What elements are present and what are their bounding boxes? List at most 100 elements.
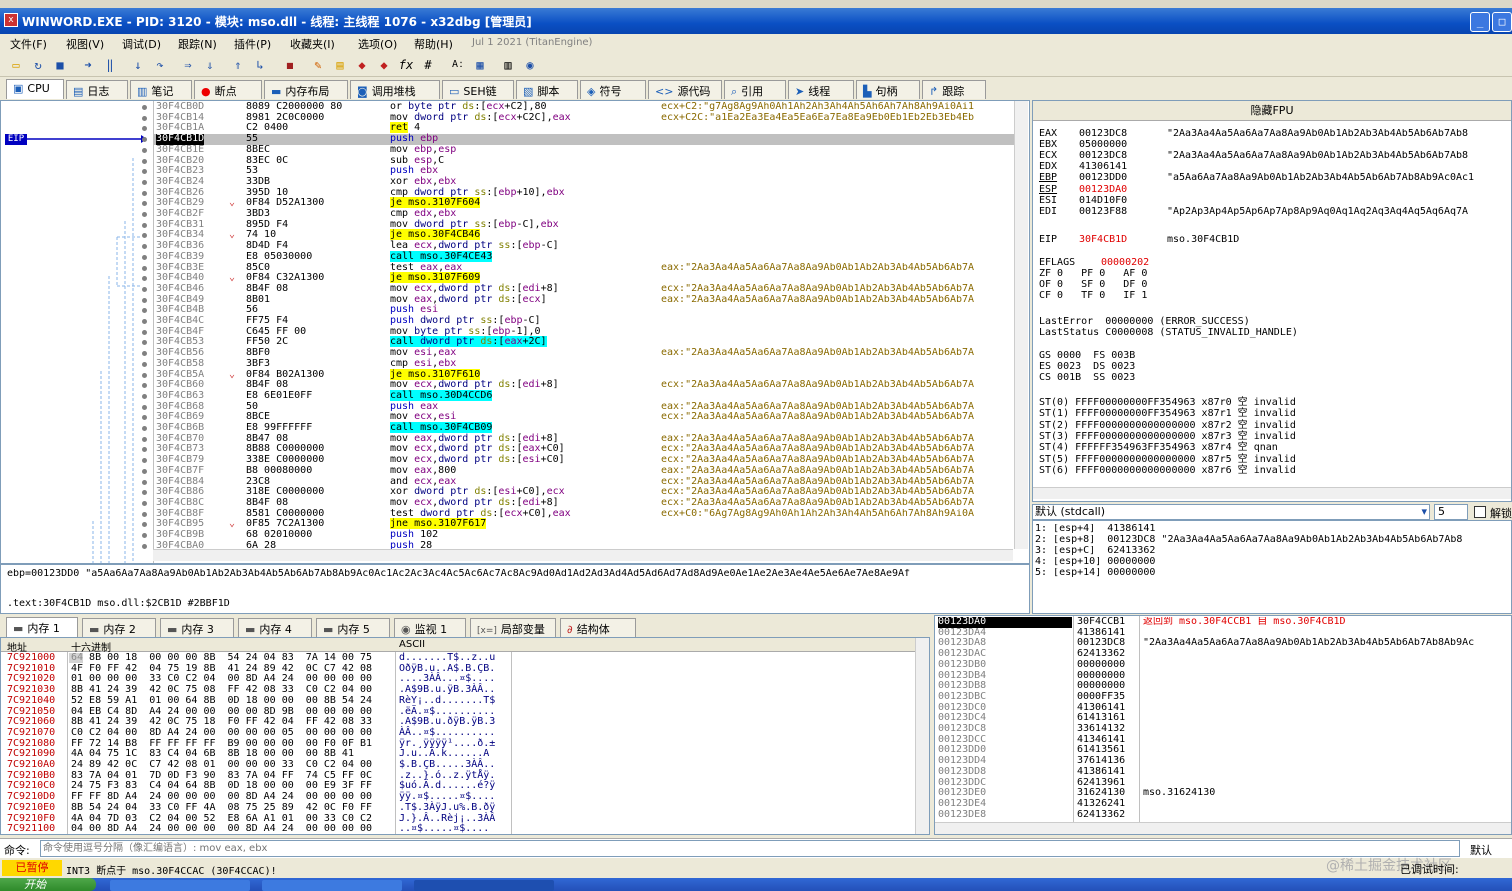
step-over-icon[interactable]: ↷	[152, 57, 168, 73]
arguments-panel[interactable]: 1: [esp+4] 41386141 2: [esp+8] 00123DC8 "…	[1032, 520, 1512, 614]
breakpoint-dot[interactable]	[142, 179, 147, 185]
dump-hex[interactable]: C0 C2 04 00 8D A4 24 00 00 00 00 05 00 0…	[71, 727, 372, 739]
disassembly-panel[interactable]: EIP 30F4CB0D 8089 C2000000 80 or byte ptr …	[0, 100, 1030, 564]
menu-options[interactable]: 选项(O)	[358, 36, 397, 52]
dump-hex[interactable]: 8B 54 24 04 33 C0 FF 4A 08 75 25 89 42 0…	[71, 802, 372, 814]
close-icon[interactable]: ■	[52, 57, 68, 73]
calculator-icon[interactable]: ▦	[472, 57, 488, 73]
breakpoint-dot[interactable]	[142, 201, 147, 207]
tab-source[interactable]: <> 源代码	[648, 80, 722, 99]
register-value[interactable]: 014D10F0	[1079, 195, 1127, 207]
comments-icon[interactable]: ▤	[332, 57, 348, 73]
breakpoint-dot[interactable]	[142, 543, 147, 549]
stack-value[interactable]: 41386141	[1077, 766, 1125, 778]
labels-icon[interactable]: ◆	[354, 57, 370, 73]
strings-icon[interactable]: Aː	[450, 57, 466, 73]
breakpoint-dot[interactable]	[142, 105, 147, 110]
maximize-button[interactable]: □	[1492, 12, 1512, 32]
register-value[interactable]: 00123DA0	[1079, 184, 1127, 196]
breakpoint-dot[interactable]	[142, 500, 147, 506]
pause-icon[interactable]: ‖	[102, 57, 118, 73]
breakpoint-dot[interactable]	[142, 212, 147, 217]
register-value[interactable]: 00123DC8	[1079, 128, 1127, 140]
execute-till-return-icon[interactable]: ⇑	[230, 57, 246, 73]
register-value[interactable]: 00123DD0	[1079, 173, 1127, 184]
argument-row[interactable]: 3: [esp+C] 62413362	[1035, 546, 1509, 557]
breakpoint-dot[interactable]	[142, 297, 147, 303]
step-into-icon[interactable]: ↓	[130, 57, 146, 73]
breakpoint-dot[interactable]	[142, 383, 147, 389]
flags-row[interactable]: CF 0 TF 0 IF 1	[1039, 290, 1147, 302]
register-value[interactable]: 00123DC8	[1079, 150, 1127, 162]
command-mode[interactable]: 默认	[1470, 842, 1492, 858]
taskbar-item-3[interactable]	[414, 880, 554, 891]
argument-count-stepper[interactable]: 5	[1434, 504, 1468, 520]
breakpoint-dot[interactable]	[142, 351, 147, 357]
breakpoint-dot[interactable]	[142, 372, 147, 378]
stack-value[interactable]: 0000FF35	[1077, 691, 1125, 703]
tab-symbols[interactable]: ◈ 符号	[580, 80, 646, 99]
variables-icon[interactable]: #	[420, 57, 436, 73]
argument-row[interactable]: 5: [esp+14] 00000000	[1035, 568, 1509, 579]
functions-icon[interactable]: fx	[398, 57, 414, 73]
tab-script[interactable]: ▧ 脚本	[516, 80, 578, 99]
menu-debug[interactable]: 调试(D)	[122, 36, 161, 52]
argument-row[interactable]: 2: [esp+8] 00123DC8 "2Aa3Aa4Aa5Aa6Aa7Aa8…	[1035, 535, 1509, 546]
breakpoint-dot[interactable]	[142, 533, 147, 538]
tab-log[interactable]: ▤ 日志	[66, 80, 128, 99]
bookmarks-icon[interactable]: ◆	[376, 57, 392, 73]
breakpoint-dot[interactable]	[142, 426, 147, 431]
breakpoint-dot[interactable]	[142, 393, 147, 399]
start-button[interactable]: 开始	[0, 878, 96, 891]
breakpoint-dot[interactable]	[142, 468, 147, 474]
tab-struct[interactable]: ∂ 结构体	[560, 618, 636, 637]
menu-view[interactable]: 视图(V)	[66, 36, 104, 52]
breakpoint-dot[interactable]	[142, 490, 147, 496]
breakpoint-dot[interactable]	[142, 340, 147, 346]
registers-hscroll[interactable]	[1033, 487, 1511, 499]
taskbar-item-2[interactable]	[262, 880, 402, 891]
open-icon[interactable]: ▭	[8, 57, 24, 73]
breakpoint-dot[interactable]	[142, 115, 147, 121]
breakpoint-dot[interactable]	[142, 158, 147, 164]
minimize-button[interactable]: _	[1470, 12, 1490, 32]
breakpoint-dot[interactable]	[142, 458, 147, 464]
tab-memory-map[interactable]: ▬ 内存布局	[264, 80, 348, 99]
tab-notes[interactable]: ▥ 笔记	[130, 80, 192, 99]
register-value[interactable]: 41306141	[1079, 162, 1127, 173]
breakpoint-dot[interactable]	[142, 415, 147, 421]
menu-favourites[interactable]: 收藏夹(I)	[290, 36, 335, 52]
breakpoint-dot[interactable]	[142, 254, 147, 260]
breakpoint-dot[interactable]	[142, 329, 147, 335]
scylla-icon[interactable]: ◼	[282, 57, 298, 73]
breakpoint-dot[interactable]	[142, 361, 147, 367]
stack-value[interactable]: 41326241	[1077, 798, 1125, 810]
run-icon[interactable]: ➜	[80, 57, 96, 73]
dump-vscroll[interactable]	[915, 638, 929, 834]
argument-row[interactable]: 1: [esp+4] 41386141	[1035, 524, 1509, 535]
command-input[interactable]	[40, 840, 1460, 857]
patch-icon[interactable]: ✎	[310, 57, 326, 73]
register-value[interactable]: 05000000	[1079, 139, 1127, 151]
breakpoint-dot[interactable]	[142, 308, 147, 314]
stack-value[interactable]: 62413362	[1077, 809, 1125, 821]
breakpoint-dot[interactable]	[142, 447, 147, 453]
run-to-user-code-icon[interactable]: ↳	[252, 57, 268, 73]
breakpoint-dot[interactable]	[142, 222, 147, 228]
trace-over-icon[interactable]: ⇓	[202, 57, 218, 73]
tab-callstack[interactable]: ◙ 调用堆栈	[350, 80, 440, 99]
dump-hex[interactable]: 04 00 8D A4 24 00 00 00 00 8D A4 24 00 0…	[71, 823, 372, 834]
tab-seh[interactable]: ▭ SEH链	[442, 80, 514, 99]
register-value[interactable]: 00123F88	[1079, 206, 1127, 218]
tab-dump-2[interactable]: ▬ 内存 2	[82, 618, 156, 637]
calling-convention-select[interactable]: 默认 (stdcall) ▾	[1032, 504, 1430, 520]
tab-cpu[interactable]: ▣ CPU	[6, 79, 64, 99]
tab-dump-3[interactable]: ▬ 内存 3	[160, 618, 234, 637]
flags-row[interactable]: OF 0 SF 0 DF 0	[1039, 279, 1147, 291]
breakpoint-dot[interactable]	[142, 286, 147, 292]
tab-dump-4[interactable]: ▬ 内存 4	[238, 618, 312, 637]
dump-panel[interactable]: 地址 十六进制 ASCII 7C921000 64 8B 00 18 00 00 …	[0, 637, 930, 835]
settings-icon[interactable]: ▥	[500, 57, 516, 73]
breakpoint-dot[interactable]	[142, 319, 147, 324]
register-value[interactable]: 30F4CB1D	[1079, 234, 1127, 246]
